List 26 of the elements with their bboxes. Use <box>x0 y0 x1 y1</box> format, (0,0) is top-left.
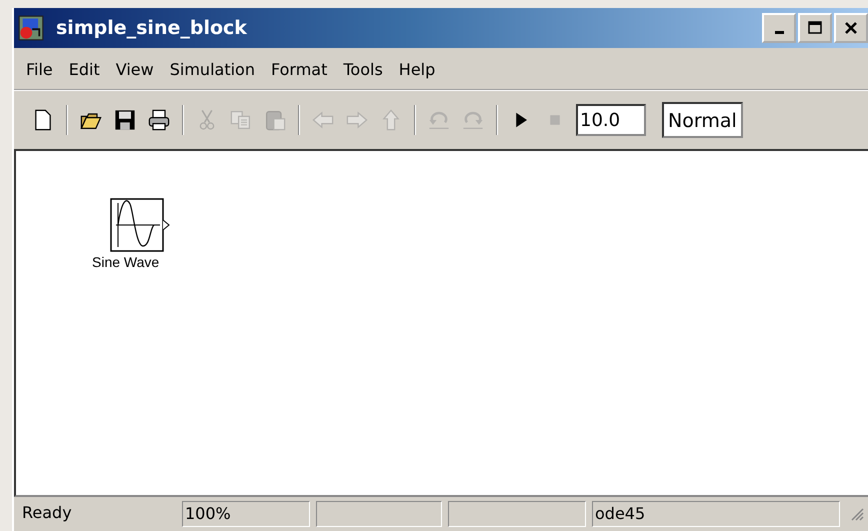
copy-icon <box>229 108 253 132</box>
close-button[interactable] <box>834 13 868 43</box>
status-text: Ready <box>21 502 73 524</box>
minimize-button[interactable] <box>762 13 796 43</box>
status-panel: 100% <box>182 501 310 527</box>
menu-item[interactable]: Help <box>390 56 444 83</box>
maximize-button[interactable] <box>798 13 832 43</box>
block-label: Sine Wave <box>92 254 160 270</box>
menu-item[interactable]: Simulation <box>162 56 263 83</box>
clipboard-icon <box>263 108 287 132</box>
stop-time-field[interactable]: 10.0 <box>576 104 646 136</box>
menu-item[interactable]: File <box>18 56 61 83</box>
menu-item[interactable]: View <box>108 56 162 83</box>
menu-item[interactable]: Format <box>262 56 336 83</box>
sine-wave-block[interactable] <box>110 198 172 252</box>
close-icon <box>843 20 859 36</box>
window-title: simple_sine_block <box>56 17 248 39</box>
resize-grip-icon[interactable] <box>850 507 864 521</box>
minimize-icon <box>774 30 784 34</box>
printer-icon <box>147 108 171 132</box>
status-panel: ode45 <box>592 501 840 527</box>
app-icon <box>18 15 44 41</box>
maximize-icon <box>807 20 823 36</box>
menu-item[interactable]: Tools <box>335 56 391 83</box>
simulation-mode-dropdown[interactable]: Normal <box>662 102 743 138</box>
menu-item[interactable]: Edit <box>60 56 108 83</box>
